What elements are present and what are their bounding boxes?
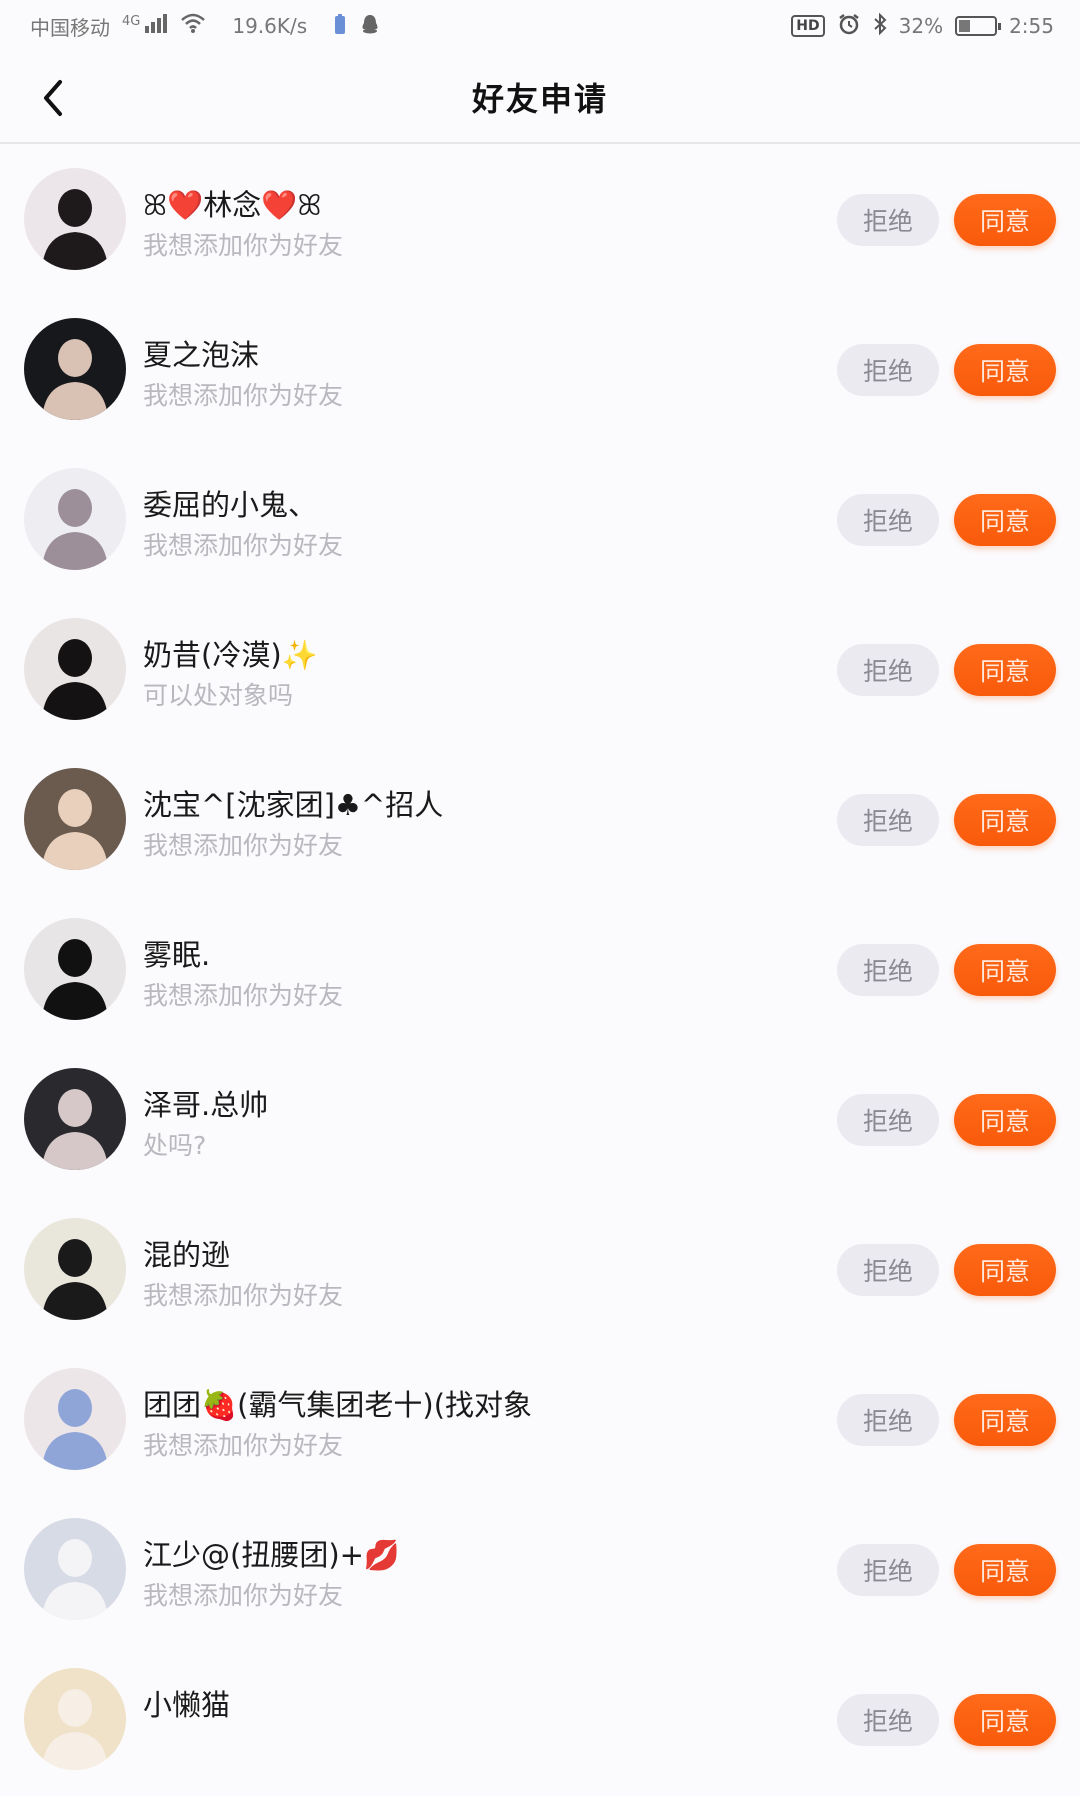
- accept-button[interactable]: 同意: [954, 1244, 1056, 1296]
- reject-button[interactable]: 拒绝: [837, 1544, 939, 1596]
- carrier-label: 中国移动: [30, 15, 110, 40]
- bluetooth-icon: [873, 12, 887, 40]
- requester-name[interactable]: 江少@(扭腰团)+💋: [143, 1532, 400, 1574]
- reject-button[interactable]: 拒绝: [837, 794, 939, 846]
- reject-button[interactable]: 拒绝: [837, 1244, 939, 1296]
- requester-name[interactable]: 夏之泡沫: [143, 332, 259, 374]
- network-speed-label: 19.6K/s: [232, 14, 308, 38]
- reject-button[interactable]: 拒绝: [837, 1094, 939, 1146]
- request-message: 我想添加你为好友: [143, 981, 344, 1010]
- alarm-icon: [837, 13, 861, 40]
- avatar[interactable]: [24, 468, 126, 570]
- avatar[interactable]: [24, 618, 126, 720]
- friend-request-row[interactable]: 小懒猫 拒绝 同意: [0, 1646, 1080, 1796]
- request-message: 我想添加你为好友: [143, 1581, 344, 1610]
- request-message: 我想添加你为好友: [143, 831, 344, 860]
- avatar[interactable]: [24, 1068, 126, 1170]
- friend-request-row[interactable]: 混的逊 我想添加你为好友 拒绝 同意: [0, 1196, 1080, 1346]
- accept-button[interactable]: 同意: [954, 794, 1056, 846]
- friend-request-row[interactable]: 委屈的小鬼、 我想添加你为好友 拒绝 同意: [0, 446, 1080, 596]
- status-bar: 中国移动 4G 19.6K/s HD 32% 2:55: [0, 0, 1080, 52]
- request-message: 我想添加你为好友: [143, 531, 344, 560]
- avatar[interactable]: [24, 1218, 126, 1320]
- accept-button[interactable]: 同意: [954, 194, 1056, 246]
- avatar[interactable]: [24, 768, 126, 870]
- friend-request-row[interactable]: 雾眠. 我想添加你为好友 拒绝 同意: [0, 896, 1080, 1046]
- accept-button[interactable]: 同意: [954, 1544, 1056, 1596]
- requester-name[interactable]: 奶昔(冷漠)✨: [143, 632, 318, 674]
- requester-name[interactable]: 雾眠.: [143, 932, 210, 974]
- accept-button[interactable]: 同意: [954, 1694, 1056, 1746]
- accept-button[interactable]: 同意: [954, 344, 1056, 396]
- accept-button[interactable]: 同意: [954, 644, 1056, 696]
- reject-button[interactable]: 拒绝: [837, 1694, 939, 1746]
- friend-request-row[interactable]: ꕤ❤️林念❤️ꕤ 我想添加你为好友 拒绝 同意: [0, 146, 1080, 296]
- avatar[interactable]: [24, 1368, 126, 1470]
- avatar[interactable]: [24, 1668, 126, 1770]
- status-bar-left: 中国移动 4G 19.6K/s: [30, 12, 381, 41]
- friend-request-row[interactable]: 奶昔(冷漠)✨ 可以处对象吗 拒绝 同意: [0, 596, 1080, 746]
- friend-request-row[interactable]: 沈宝^[沈家团]♣^招人 我想添加你为好友 拒绝 同意: [0, 746, 1080, 896]
- friend-request-row[interactable]: 江少@(扭腰团)+💋 我想添加你为好友 拒绝 同意: [0, 1496, 1080, 1646]
- signal-icon: [144, 12, 168, 40]
- requester-name[interactable]: ꕤ❤️林念❤️ꕤ: [143, 182, 321, 224]
- request-message: 我想添加你为好友: [143, 231, 344, 260]
- battery-icon: [955, 16, 1002, 36]
- accept-button[interactable]: 同意: [954, 944, 1056, 996]
- reject-button[interactable]: 拒绝: [837, 494, 939, 546]
- wifi-icon: [180, 12, 206, 40]
- accept-button[interactable]: 同意: [954, 1394, 1056, 1446]
- avatar[interactable]: [24, 168, 126, 270]
- avatar[interactable]: [24, 318, 126, 420]
- accept-button[interactable]: 同意: [954, 494, 1056, 546]
- requester-name[interactable]: 沈宝^[沈家团]♣^招人: [143, 782, 443, 824]
- friend-request-row[interactable]: 泽哥.总帅 处吗? 拒绝 同意: [0, 1046, 1080, 1196]
- status-bar-right: HD 32% 2:55: [791, 12, 1054, 40]
- friend-request-row[interactable]: 团团🍓(霸气集团老十)(找对象 我想添加你为好友 拒绝 同意: [0, 1346, 1080, 1496]
- requester-name[interactable]: 混的逊: [143, 1232, 230, 1274]
- reject-button[interactable]: 拒绝: [837, 344, 939, 396]
- clock-label: 2:55: [1009, 14, 1054, 38]
- nav-bar: 好友申请: [0, 52, 1080, 144]
- request-message: 我想添加你为好友: [143, 381, 344, 410]
- request-message: 我想添加你为好友: [143, 1431, 344, 1460]
- network-type-label: 4G: [122, 13, 141, 29]
- request-message: 处吗?: [143, 1131, 207, 1160]
- friend-request-list: ꕤ❤️林念❤️ꕤ 我想添加你为好友 拒绝 同意 夏之泡沫 我想添加你为好友 拒绝…: [0, 146, 1080, 1796]
- hd-badge: HD: [791, 15, 825, 37]
- qq-notification-icon: [359, 13, 381, 40]
- avatar[interactable]: [24, 1518, 126, 1620]
- requester-name[interactable]: 泽哥.总帅: [143, 1082, 268, 1124]
- avatar[interactable]: [24, 918, 126, 1020]
- reject-button[interactable]: 拒绝: [837, 644, 939, 696]
- requester-name[interactable]: 团团🍓(霸气集团老十)(找对象: [143, 1382, 532, 1424]
- reject-button[interactable]: 拒绝: [837, 944, 939, 996]
- accept-button[interactable]: 同意: [954, 1094, 1056, 1146]
- battery-saver-icon: [333, 13, 347, 40]
- requester-name[interactable]: 小懒猫: [143, 1682, 230, 1724]
- requester-name[interactable]: 委屈的小鬼、: [143, 482, 317, 524]
- request-message: 我想添加你为好友: [143, 1281, 344, 1310]
- battery-percent-label: 32%: [898, 14, 944, 38]
- request-message: 可以处对象吗: [143, 681, 294, 710]
- reject-button[interactable]: 拒绝: [837, 194, 939, 246]
- friend-request-row[interactable]: 夏之泡沫 我想添加你为好友 拒绝 同意: [0, 296, 1080, 446]
- page-title: 好友申请: [471, 80, 608, 118]
- reject-button[interactable]: 拒绝: [837, 1394, 939, 1446]
